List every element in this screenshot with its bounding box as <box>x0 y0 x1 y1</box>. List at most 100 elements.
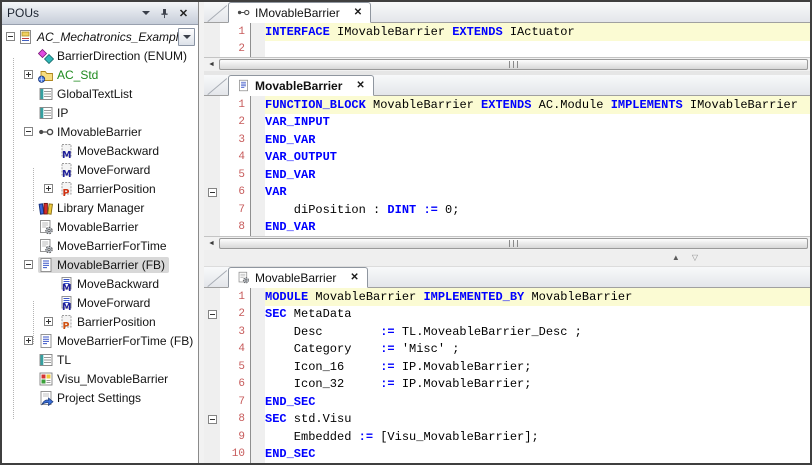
code-line[interactable]: 6 Icon_32 := IP.MovableBarrier; <box>204 376 810 394</box>
tree-item-label: MoveBackward <box>74 143 163 159</box>
code-line[interactable]: 10END_SEC <box>204 446 810 464</box>
splitter-collapse-down-icon[interactable]: ▽ <box>692 254 698 262</box>
tree-item-label: MoveBarrierForTime (FB) <box>54 333 197 349</box>
tree-item[interactable]: AC_Mechatronics_Example <box>2 27 198 46</box>
editor-tab[interactable]: MovableBarrier✕ <box>228 75 374 96</box>
collapse-toggle[interactable] <box>24 260 33 269</box>
textlist-icon <box>38 352 54 368</box>
panel-dropdown-icon[interactable] <box>136 4 155 22</box>
tree-item[interactable]: MMoveBackward <box>2 141 198 160</box>
tab-close-icon[interactable]: ✕ <box>354 7 362 18</box>
scroll-left-icon[interactable]: ◄ <box>204 58 219 71</box>
line-number: 3 <box>220 323 250 341</box>
code-line[interactable]: 8SEC std.Visu <box>204 411 810 429</box>
tree-item[interactable]: MMoveBackward <box>2 274 198 293</box>
tree-item[interactable]: GlobalTextList <box>2 84 198 103</box>
tab-corner-diagonal <box>207 5 227 22</box>
code-line[interactable]: 5END_VAR <box>204 166 810 184</box>
code-line[interactable]: 4VAR_OUTPUT <box>204 149 810 167</box>
svg-text:M: M <box>62 169 71 178</box>
svg-text:M: M <box>62 150 71 159</box>
module-icon <box>237 271 250 284</box>
tree-item[interactable]: BarrierDirection (ENUM) <box>2 46 198 65</box>
code-line[interactable]: 8END_VAR <box>204 219 810 237</box>
code-line[interactable]: 7 diPosition : DINT := 0; <box>204 201 810 219</box>
textlist-icon <box>38 86 54 102</box>
tab-bar: IMovableBarrier✕ <box>204 2 810 23</box>
splitter-collapse-up-icon[interactable]: ▲ <box>672 254 680 262</box>
scroll-left-icon[interactable]: ◄ <box>204 237 219 250</box>
code-line[interactable]: 5 Icon_16 := IP.MovableBarrier; <box>204 358 810 376</box>
code-line[interactable]: 4 Category := 'Misc' ; <box>204 341 810 359</box>
fb-method-icon: M <box>58 276 74 292</box>
tree-item[interactable]: MMoveForward <box>2 293 198 312</box>
fold-margin[interactable] <box>204 184 220 202</box>
collapse-toggle[interactable] <box>24 127 33 136</box>
collapse-toggle[interactable] <box>208 188 217 197</box>
tree-item[interactable]: AC_Std <box>2 65 198 84</box>
code-line[interactable]: 1FUNCTION_BLOCK MovableBarrier EXTENDS A… <box>204 96 810 114</box>
scrollbar-thumb[interactable] <box>219 59 808 70</box>
code-line[interactable]: 1INTERFACE IMovableBarrier EXTENDS IActu… <box>204 23 810 41</box>
code-line[interactable]: 3END_VAR <box>204 131 810 149</box>
fold-margin <box>204 219 220 237</box>
itf-method-icon: M <box>58 143 74 159</box>
collapse-toggle[interactable] <box>6 32 15 41</box>
code-editor[interactable]: 1FUNCTION_BLOCK MovableBarrier EXTENDS A… <box>204 96 810 236</box>
tree-item[interactable]: TL <box>2 350 198 369</box>
line-number: 1 <box>220 96 250 114</box>
scrollbar-grip-icon <box>509 240 519 247</box>
fold-margin[interactable] <box>204 411 220 429</box>
tab-close-icon[interactable]: ✕ <box>350 272 358 283</box>
fb-icon <box>38 333 54 349</box>
code-line[interactable]: 6VAR <box>204 184 810 202</box>
code-line[interactable]: 1MODULE MovableBarrier IMPLEMENTED_BY Mo… <box>204 288 810 306</box>
expand-toggle[interactable] <box>44 184 53 193</box>
collapse-toggle[interactable] <box>208 415 217 424</box>
horizontal-scrollbar[interactable]: ◄ <box>204 57 810 71</box>
tree-item[interactable]: MMoveForward <box>2 160 198 179</box>
line-number: 6 <box>220 376 250 394</box>
tree-item[interactable]: MoveBarrierForTime <box>2 236 198 255</box>
tree-item[interactable]: IMovableBarrier <box>2 122 198 141</box>
fold-margin[interactable] <box>204 306 220 324</box>
code-line[interactable]: 2VAR_INPUT <box>204 114 810 132</box>
tree-item[interactable]: Project Settings <box>2 388 198 407</box>
editor-tab[interactable]: IMovableBarrier✕ <box>228 2 371 23</box>
close-icon[interactable]: ✕ <box>174 4 193 22</box>
fold-margin <box>204 376 220 394</box>
pou-panel-titlebar: POUs ✕ <box>2 2 198 25</box>
tree-item-label: AC_Mechatronics_Example <box>34 29 189 45</box>
panel-title: POUs <box>7 6 136 20</box>
fold-margin <box>204 201 220 219</box>
horizontal-scrollbar[interactable]: ◄ <box>204 236 810 250</box>
expand-toggle[interactable] <box>24 336 33 345</box>
code-line[interactable]: 9 Embedded := [Visu_MovableBarrier]; <box>204 428 810 446</box>
tree-item[interactable]: MoveBarrierForTime (FB) <box>2 331 198 350</box>
tree-item[interactable]: Library Manager <box>2 198 198 217</box>
code-editor[interactable]: 1MODULE MovableBarrier IMPLEMENTED_BY Mo… <box>204 288 810 463</box>
code-line[interactable]: 2SEC MetaData <box>204 306 810 324</box>
code-editor[interactable]: 1INTERFACE IMovableBarrier EXTENDS IActu… <box>204 23 810 57</box>
expand-toggle[interactable] <box>24 70 33 79</box>
tree-item[interactable]: Visu_MovableBarrier <box>2 369 198 388</box>
editor-tab[interactable]: MovableBarrier✕ <box>228 267 368 288</box>
scrollbar-thumb[interactable] <box>219 238 808 249</box>
tree-item[interactable]: PBarrierPosition <box>2 312 198 331</box>
tab-bar: MovableBarrier✕ <box>204 75 810 96</box>
code-line[interactable]: 3 Desc := TL.MoveableBarrier_Desc ; <box>204 323 810 341</box>
tree-item[interactable]: PBarrierPosition <box>2 179 198 198</box>
code-line[interactable]: 2 <box>204 41 810 58</box>
tree-item[interactable]: IP <box>2 103 198 122</box>
collapse-toggle[interactable] <box>208 310 217 319</box>
pin-icon[interactable] <box>155 4 174 22</box>
tree-item[interactable]: MovableBarrier (FB) <box>2 255 198 274</box>
tab-close-icon[interactable]: ✕ <box>356 80 364 91</box>
fb-prop-icon: P <box>58 314 74 330</box>
expand-toggle[interactable] <box>44 317 53 326</box>
tree-item[interactable]: MovableBarrier <box>2 217 198 236</box>
combo-dropdown-button[interactable] <box>178 28 195 46</box>
line-number: 3 <box>220 131 250 149</box>
code-line[interactable]: 7END_SEC <box>204 393 810 411</box>
scrollbar-grip-icon <box>509 61 519 68</box>
